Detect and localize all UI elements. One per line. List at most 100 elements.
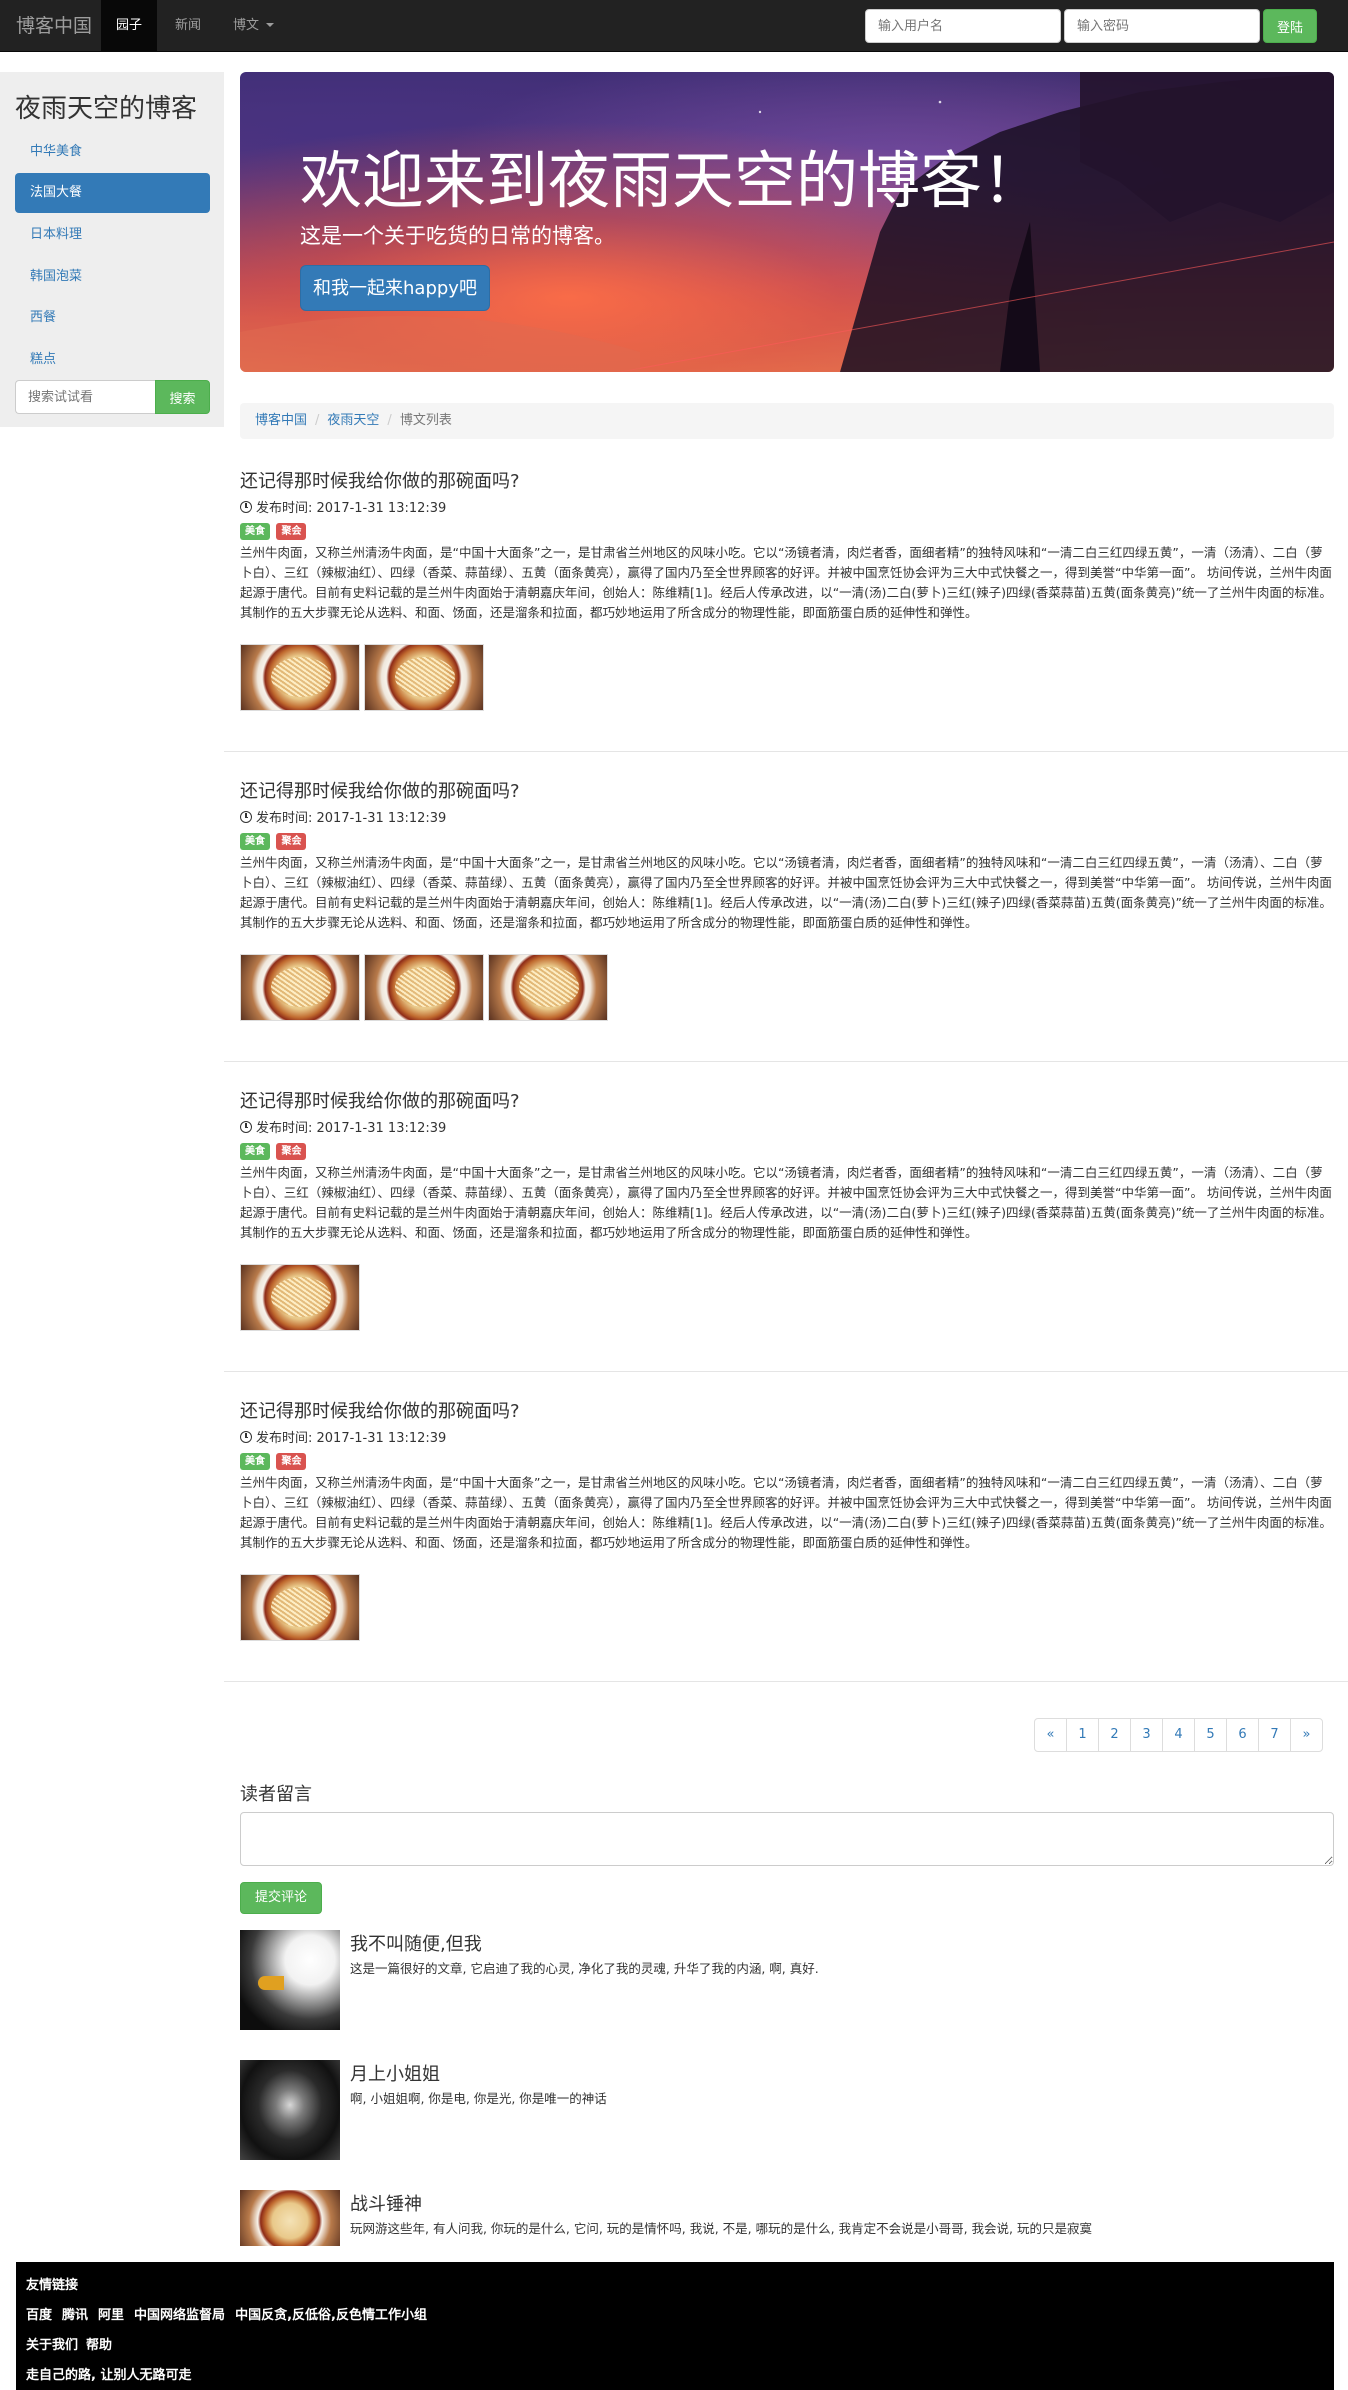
tag-party[interactable]: 聚会 [276, 1453, 307, 1470]
eagle-avatar [240, 1930, 340, 2030]
comment-textarea[interactable] [240, 1812, 1334, 1866]
pagination-page[interactable]: 1 [1066, 1718, 1099, 1752]
post-title[interactable]: 还记得那时候我给你做的那碗面吗? [240, 467, 520, 493]
post-time-text: 发布时间: 2017-1-31 13:12:39 [256, 501, 447, 516]
post-title[interactable]: 还记得那时候我给你做的那碗面吗? [240, 1397, 520, 1423]
breadcrumb-current: 博文列表 [399, 413, 452, 428]
footer-link[interactable]: 阿里 [98, 2304, 124, 2323]
sidebar-item-japanese-cuisine[interactable]: 日本料理 [15, 215, 210, 255]
breadcrumb: 博客中国 / 夜雨天空 / 博文列表 [240, 403, 1334, 439]
breadcrumb-separator: / [315, 413, 320, 428]
jumbotron-title: 欢迎来到夜雨天空的博客！ [300, 144, 1045, 217]
post-tags: 美食 聚会 [240, 1452, 308, 1470]
footer-link[interactable]: 百度 [26, 2304, 52, 2323]
tag-party[interactable]: 聚会 [276, 833, 307, 850]
post-images [240, 1574, 360, 1641]
jumbotron-banner: 欢迎来到夜雨天空的博客！ 这是一个关于吃货的日常的博客。 和我一起来happy吧 [240, 72, 1334, 372]
noodle-image[interactable] [240, 954, 360, 1021]
footer-link[interactable]: 中国反贪,反低俗,反色情工作小组 [235, 2304, 427, 2323]
tag-food[interactable]: 美食 [240, 523, 270, 540]
noodle-image[interactable] [240, 644, 360, 711]
post-images [240, 954, 608, 1021]
password-input[interactable] [1064, 9, 1260, 43]
noodle-avatar [240, 2190, 340, 2246]
tag-food[interactable]: 美食 [240, 1453, 270, 1470]
nav-item-yuanzi[interactable]: 园子 [101, 0, 158, 52]
footer-links: 百度 腾讯 阿里 中国网络监督局 中国反贪,反低俗,反色情工作小组 [26, 2304, 427, 2323]
submit-comment-button[interactable]: 提交评论 [240, 1882, 322, 1914]
clock-icon [240, 1431, 252, 1443]
pagination-page[interactable]: 4 [1162, 1718, 1195, 1752]
pagination-page[interactable]: 2 [1098, 1718, 1131, 1752]
post-title[interactable]: 还记得那时候我给你做的那碗面吗? [240, 1087, 520, 1113]
tag-food[interactable]: 美食 [240, 833, 270, 850]
post-time-text: 发布时间: 2017-1-31 13:12:39 [256, 1431, 447, 1446]
nav-item-news[interactable]: 新闻 [160, 0, 216, 52]
username-input[interactable] [865, 9, 1061, 43]
person-avatar [240, 2060, 340, 2160]
footer-help[interactable]: 帮助 [86, 2334, 112, 2353]
footer-title: 友情链接 [26, 2278, 79, 2293]
noodle-image[interactable] [240, 1264, 360, 1331]
comment-text: 这是一篇很好的文章, 它启迪了我的心灵, 净化了我的灵魂, 升华了我的内涵, 啊… [350, 1961, 819, 1976]
comment-item: 我不叫随便,但我 这是一篇很好的文章, 它启迪了我的心灵, 净化了我的灵魂, 升… [240, 1930, 1334, 2030]
pagination-page[interactable]: 7 [1258, 1718, 1291, 1752]
sidebar: 夜雨天空的博客 中华美食 法国大餐 日本料理 韩国泡菜 西餐 糕点 搜索 [0, 72, 224, 427]
tag-food[interactable]: 美食 [240, 1143, 270, 1160]
sidebar-item-korean-kimchi[interactable]: 韩国泡菜 [15, 257, 210, 297]
tag-party[interactable]: 聚会 [276, 523, 307, 540]
post-item: 还记得那时候我给你做的那碗面吗? 发布时间: 2017-1-31 13:12:3… [224, 1087, 1348, 1372]
clock-icon [240, 1121, 252, 1133]
post-item: 还记得那时候我给你做的那碗面吗? 发布时间: 2017-1-31 13:12:3… [224, 1397, 1348, 1682]
footer-link[interactable]: 中国网络监督局 [134, 2304, 225, 2323]
post-body: 兰州牛肉面，又称兰州清汤牛肉面，是“中国十大面条”之一，是甘肃省兰州地区的风味小… [240, 1475, 1332, 1550]
login-button[interactable]: 登陆 [1263, 9, 1317, 43]
post-time-text: 发布时间: 2017-1-31 13:12:39 [256, 1121, 447, 1136]
navbar-brand[interactable]: 博客中国 [16, 0, 92, 52]
post-time: 发布时间: 2017-1-31 13:12:39 [240, 807, 446, 826]
jumbotron-cta-button[interactable]: 和我一起来happy吧 [300, 265, 490, 311]
sidebar-item-french-cuisine[interactable]: 法国大餐 [15, 173, 210, 213]
sidebar-search-button[interactable]: 搜索 [155, 380, 210, 414]
jumbotron-subtitle: 这是一个关于吃货的日常的博客。 [300, 224, 615, 248]
breadcrumb-home[interactable]: 博客中国 [255, 413, 307, 428]
noodle-image[interactable] [488, 954, 608, 1021]
sidebar-item-pastry[interactable]: 糕点 [15, 340, 210, 380]
pagination-prev[interactable]: « [1034, 1718, 1067, 1752]
breadcrumb-separator: / [387, 413, 392, 428]
noodle-image[interactable] [240, 1574, 360, 1641]
comment-author: 我不叫随便,但我 [350, 1934, 482, 1955]
pagination-page[interactable]: 6 [1226, 1718, 1259, 1752]
comments-title: 读者留言 [240, 1784, 312, 1805]
nav-item-blog-dropdown[interactable]: 博文 [218, 0, 289, 52]
pagination-next[interactable]: » [1290, 1718, 1323, 1752]
noodle-image[interactable] [364, 954, 484, 1021]
pagination: « 1 2 3 4 5 6 7 » [1034, 1718, 1323, 1752]
noodle-image[interactable] [364, 644, 484, 711]
post-item: 还记得那时候我给你做的那碗面吗? 发布时间: 2017-1-31 13:12:3… [224, 467, 1348, 752]
sidebar-title: 夜雨天空的博客 [15, 94, 198, 124]
post-body: 兰州牛肉面，又称兰州清汤牛肉面，是“中国十大面条”之一，是甘肃省兰州地区的风味小… [240, 1165, 1332, 1240]
comment-text: 啊, 小姐姐啊, 你是电, 你是光, 你是唯一的神话 [350, 2091, 607, 2106]
post-images [240, 644, 484, 711]
sidebar-search-input[interactable] [15, 380, 155, 414]
footer: 友情链接 百度 腾讯 阿里 中国网络监督局 中国反贪,反低俗,反色情工作小组 关… [16, 2262, 1334, 2390]
tag-party[interactable]: 聚会 [276, 1143, 307, 1160]
post-title[interactable]: 还记得那时候我给你做的那碗面吗? [240, 777, 520, 803]
sidebar-item-chinese-food[interactable]: 中华美食 [15, 132, 210, 172]
comment-author: 战斗锤神 [350, 2194, 422, 2215]
pagination-page[interactable]: 5 [1194, 1718, 1227, 1752]
post-tags: 美食 聚会 [240, 832, 308, 850]
post-item: 还记得那时候我给你做的那碗面吗? 发布时间: 2017-1-31 13:12:3… [224, 777, 1348, 1062]
post-images [240, 1264, 360, 1331]
post-time-text: 发布时间: 2017-1-31 13:12:39 [256, 811, 447, 826]
footer-link[interactable]: 腾讯 [62, 2304, 88, 2323]
comment-text: 玩网游这些年, 有人问我, 你玩的是什么, 它问, 玩的是情怀吗, 我说, 不是… [350, 2221, 1092, 2236]
sidebar-item-western-food[interactable]: 西餐 [15, 298, 210, 338]
post-tags: 美食 聚会 [240, 1142, 308, 1160]
footer-about-us[interactable]: 关于我们 [26, 2334, 78, 2353]
breadcrumb-blog[interactable]: 夜雨天空 [327, 413, 379, 428]
nav-item-blog-label: 博文 [233, 18, 260, 33]
post-time: 发布时间: 2017-1-31 13:12:39 [240, 1427, 446, 1446]
pagination-page[interactable]: 3 [1130, 1718, 1163, 1752]
